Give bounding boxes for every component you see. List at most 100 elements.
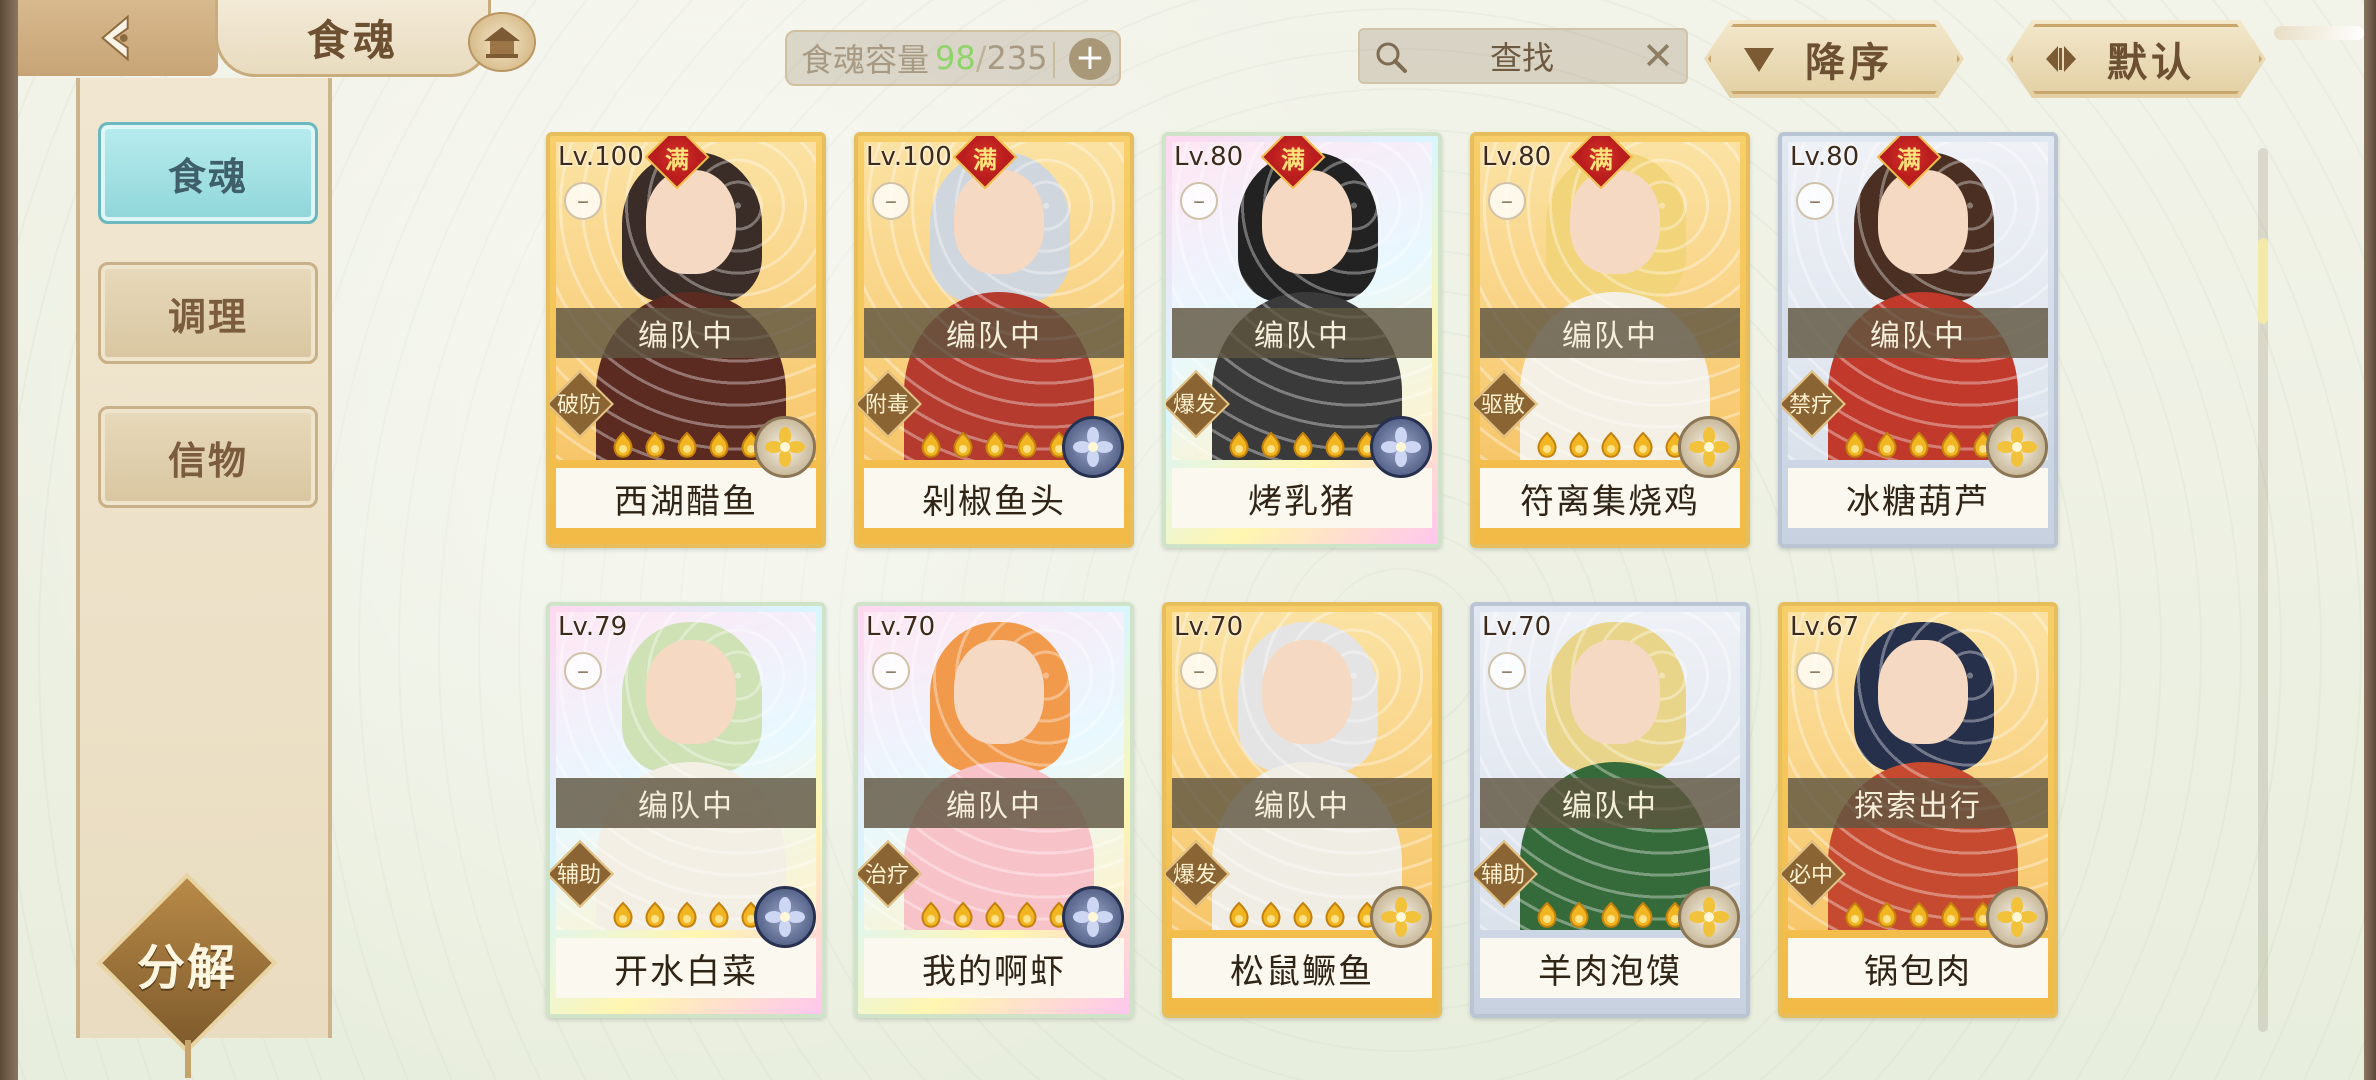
search-box: ✕ [1358,28,1688,84]
max-level-label: 满 [665,145,689,174]
star-icon [1909,431,1929,458]
portrait-face [1570,170,1660,274]
star-icon [1845,901,1865,928]
back-arrow-icon [101,14,129,62]
food-soul-card[interactable]: Lv.100 满 – 编队中 附毒 剁椒鱼头 [854,132,1134,548]
status-banner: 编队中 [1788,308,2048,358]
status-banner: 编队中 [1172,778,1432,828]
role-label: 治疗 [864,863,909,888]
top-right-ornament [2274,26,2364,40]
food-soul-card[interactable]: Lv.79– 编队中 辅助 开水白菜 [546,602,826,1018]
grid-scrollbar[interactable] [2258,148,2268,1032]
role-label: 必中 [1788,863,1833,888]
bowl-icon: – [1796,652,1834,690]
star-rating [1840,430,1998,460]
role-badge: 附毒 [858,370,922,438]
star-icon [677,431,697,458]
element-flower-icon [1678,886,1740,948]
sort-default-label: 默认 [2107,40,2195,86]
max-level-label: 满 [1589,145,1613,174]
level-label: Lv.80 [1790,142,1860,172]
star-icon [921,431,941,458]
tab-cooking[interactable]: 调理 [98,262,318,364]
scrollbar-thumb[interactable] [2258,238,2268,324]
star-rating [1224,900,1382,930]
portrait-face [1262,640,1352,744]
bowl-icon: – [1488,182,1526,220]
food-soul-card[interactable]: Lv.80 满 – 编队中 驱散 符离集烧鸡 [1470,132,1750,548]
star-icon [1017,901,1037,928]
star-icon [1569,901,1589,928]
home-icon [484,27,520,58]
max-level-label: 满 [1897,145,1921,174]
level-label: Lv.80 [1174,142,1244,172]
role-badge: 禁疗 [1782,370,1846,438]
star-icon [1017,431,1037,458]
star-icon [1845,431,1865,458]
star-rating [1532,430,1690,460]
sort-down-icon [1742,44,1776,74]
star-icon [645,431,665,458]
star-icon [645,901,665,928]
swap-icon [2044,44,2078,74]
bowl-icon: – [1180,652,1218,690]
back-button[interactable] [18,0,218,76]
star-icon [1293,901,1313,928]
role-label: 辅助 [556,863,601,888]
role-badge: 驱散 [1474,370,1538,438]
role-badge: 辅助 [1474,840,1538,908]
star-icon [1909,901,1929,928]
capacity-indicator: 食魂容量 98 / 235 + [785,30,1121,86]
star-icon [709,431,729,458]
bowl-icon: – [1488,652,1526,690]
tab-food-souls[interactable]: 食魂 [98,122,318,224]
food-soul-card[interactable]: Lv.80 满 – 编队中 爆发 烤乳猪 [1162,132,1442,548]
star-icon [1601,901,1621,928]
star-icon [921,901,941,928]
portrait-face [1878,170,1968,274]
food-soul-card[interactable]: Lv.100 满 – 编队中 破防 西湖醋鱼 [546,132,826,548]
portrait-face [646,640,736,744]
portrait-face [1878,640,1968,744]
element-flower-icon [1062,416,1124,478]
left-frame-edge [0,0,18,1080]
element-flower-icon [754,886,816,948]
role-badge: 爆发 [1166,840,1230,908]
sort-order-button[interactable]: 降序 [1704,20,1964,98]
capacity-add-button[interactable]: + [1069,38,1111,80]
food-soul-card[interactable]: Lv.80 满 – 编队中 禁疗 冰糖葫芦 [1778,132,2058,548]
home-button[interactable] [468,12,536,72]
sort-default-button[interactable]: 默认 [2006,20,2266,98]
bowl-icon: – [872,182,910,220]
search-input[interactable] [1420,36,1624,80]
star-icon [1229,431,1249,458]
role-label: 驱散 [1480,393,1525,418]
portrait-face [1570,640,1660,744]
level-label: Lv.79 [558,612,628,642]
star-icon [613,901,633,928]
star-icon [709,901,729,928]
decompose-button[interactable]: 分解 [96,872,278,1078]
star-icon [1261,901,1281,928]
food-soul-card[interactable]: Lv.67– 探索出行 必中 锅包肉 [1778,602,2058,1018]
food-soul-card[interactable]: Lv.70– 编队中 爆发 松鼠鳜鱼 [1162,602,1442,1018]
element-flower-icon [1370,886,1432,948]
star-icon [1261,431,1281,458]
search-clear-button[interactable]: ✕ [1642,36,1674,76]
tab-tokens[interactable]: 信物 [98,406,318,508]
role-badge: 破防 [550,370,614,438]
level-label: Lv.100 [558,142,644,172]
sidebar: 食魂 调理 信物 分解 [76,78,332,1078]
level-label: Lv.67 [1790,612,1860,642]
food-soul-card[interactable]: Lv.70– 编队中 辅助 羊肉泡馍 [1470,602,1750,1018]
max-level-label: 满 [973,145,997,174]
capacity-max: 235 [986,39,1048,77]
star-icon [1601,431,1621,458]
star-icon [985,431,1005,458]
level-label: Lv.100 [866,142,952,172]
food-soul-card[interactable]: Lv.70– 编队中 治疗 我的啊虾 [854,602,1134,1018]
element-flower-icon [1062,886,1124,948]
star-rating [1840,900,1998,930]
status-banner: 编队中 [1480,778,1740,828]
capacity-separator: / [975,39,987,77]
